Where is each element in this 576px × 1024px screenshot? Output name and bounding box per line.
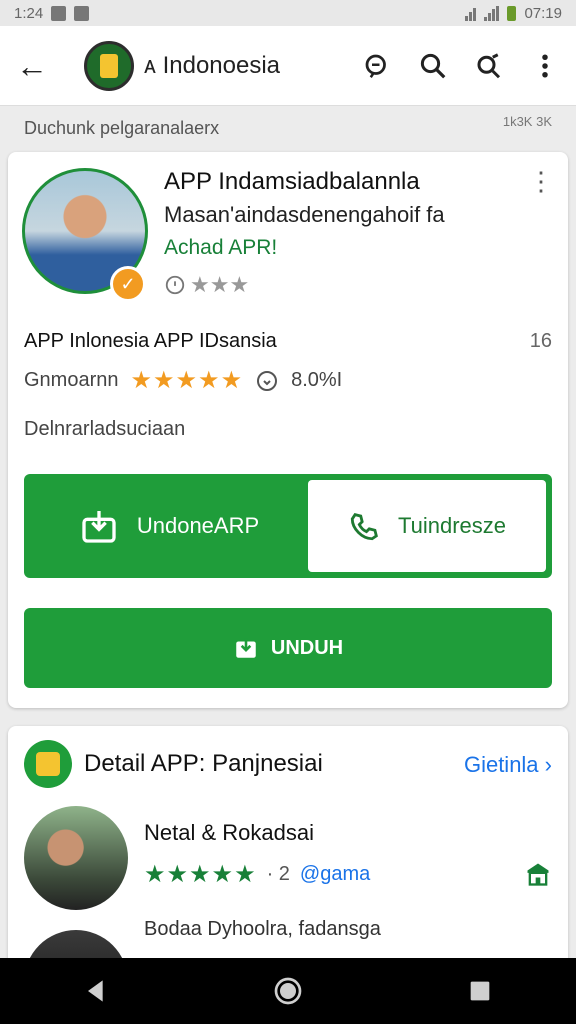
nav-recents-icon[interactable] <box>464 975 496 1007</box>
app-name-value: 16 <box>529 330 552 352</box>
review-item-meta: ★★★★★ · 2 @gama <box>144 860 370 889</box>
detail-title: Detail APP: Panjnesiai <box>84 750 323 777</box>
wifi-icon <box>465 6 477 21</box>
app-card-rating: ★★★ <box>164 272 249 298</box>
detail-card: Detail APP: Panjnesiai Gietinla › Netal … <box>8 726 568 966</box>
install-button-label: UndoneARP <box>136 513 260 538</box>
review-item-name[interactable]: Netal & Rokadsai <box>144 820 314 846</box>
status-right: 07:19 <box>465 5 562 22</box>
signal-icon <box>484 5 500 21</box>
rating-stars: ★★★ <box>190 272 250 297</box>
more-vert-icon[interactable] <box>530 51 560 81</box>
phone-icon <box>350 513 378 541</box>
review-tag[interactable]: @gama <box>300 863 370 886</box>
nav-back-icon[interactable] <box>80 975 112 1007</box>
nav-home-icon[interactable] <box>272 975 304 1007</box>
rating-row: Gnmoarnn ★★★★★ 8.0%I <box>24 366 342 395</box>
app-name-label: APP Inlonesia APP IDsansia <box>24 330 277 352</box>
download-icon <box>82 511 116 543</box>
status-bar: 1:24 07:19 <box>0 0 576 26</box>
card-menu-icon[interactable]: ⋮ <box>528 168 554 194</box>
app-card-title: APP Indamsiadbalannla <box>164 168 420 195</box>
app-card-developer[interactable]: Achad APR! <box>164 236 277 260</box>
secondary-button[interactable]: Tuindresze <box>308 480 546 572</box>
rating-stars-row: ★★★★★ <box>130 367 244 394</box>
detail-app-icon <box>24 740 72 788</box>
app-name-row: APP Inlonesia APP IDsansia 16 <box>24 330 552 353</box>
subheader-text: Duchunk pelgaranalaerx <box>24 117 220 138</box>
status-clock: 07:19 <box>524 4 562 22</box>
app-logo <box>84 40 134 91</box>
search-icon[interactable] <box>418 51 448 81</box>
install-button-group: UndoneARP Tuindresze <box>24 474 552 578</box>
status-time: 1:24 <box>14 4 44 22</box>
app-bar: ← ᴀ Indonoesia <box>0 26 576 106</box>
review-item-desc: Bodaa Dyhoolra, fadansga <box>144 918 381 940</box>
system-nav-bar <box>0 958 576 1024</box>
secondary-button-label: Tuindresze <box>397 513 506 538</box>
install-button[interactable]: UndoneARP <box>30 480 308 572</box>
status-left: 1:24 <box>14 4 90 22</box>
review-stars: ★★★★★ <box>144 861 257 888</box>
download-button[interactable]: UNDUH <box>24 608 552 688</box>
app-bar-actions <box>362 51 560 81</box>
download-box-icon <box>236 638 256 658</box>
store-icon[interactable] <box>524 860 552 888</box>
app-card-subtitle: Masan'aindasdenengahoif fa <box>164 202 445 227</box>
search-alt-icon[interactable] <box>474 51 504 81</box>
rating-label: Gnmoarnn <box>24 369 119 391</box>
chat-search-icon[interactable] <box>362 51 392 81</box>
camera-icon <box>74 5 90 21</box>
download-button-label: UNDUH <box>270 636 344 659</box>
detail-more-link[interactable]: Gietinla › <box>464 752 552 778</box>
download-count-icon <box>257 370 278 391</box>
subheader-count: 1k3K 3K <box>502 114 552 129</box>
reviewer-avatar <box>24 806 128 910</box>
app-card: ✓ APP Indamsiadbalannla Masan'aindasdene… <box>8 152 568 708</box>
battery-icon <box>507 5 517 21</box>
app-description: Delnrarladsuciaan <box>24 418 186 440</box>
section-subheader: Duchunk pelgaranalaerx 1k3K 3K <box>0 106 576 150</box>
app-title: ᴀ Indonoesia <box>144 51 281 79</box>
notification-icon <box>51 5 67 21</box>
back-arrow-icon[interactable]: ← <box>16 50 56 82</box>
info-icon <box>165 275 185 295</box>
badge-icon: ✓ <box>110 266 146 302</box>
rating-value: 8.0%I <box>291 369 343 391</box>
review-separator: · 2 <box>266 863 290 885</box>
